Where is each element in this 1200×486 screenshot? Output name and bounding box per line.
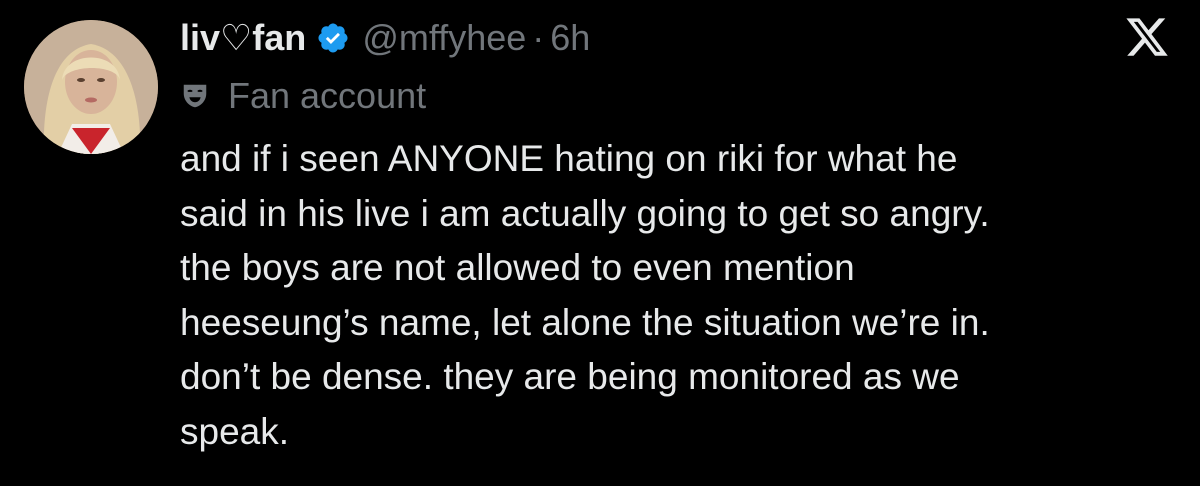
fan-account-label[interactable]: Fan account [180,74,426,118]
tweet-header: liv♡fan @mffyhee · 6h [180,12,590,64]
tweet-text: and if i seen ANYONE hating on riki for … [180,132,1180,459]
tweet-text-line: speak. [180,410,290,452]
handle[interactable]: @mffyhee [362,17,526,59]
tweet-text-line: the boys are not allowed to even mention [180,247,855,288]
theater-mask-icon [180,81,210,111]
x-logo-icon [1124,14,1170,60]
display-name[interactable]: liv♡fan [180,17,306,59]
timestamp[interactable]: 6h [550,17,590,59]
tweet-text-line: and if i seen ANYONE hating on riki for … [180,138,958,179]
separator-dot: · [532,17,545,58]
tweet-card: liv♡fan @mffyhee · 6h Fan account and if [0,0,1200,486]
label-text: Fan account [228,75,427,116]
tweet-text-line: don’t be dense. they are being monitored… [180,356,960,397]
avatar-image [24,20,158,154]
avatar[interactable] [24,20,158,154]
tweet-text-line: heeseung’s name, let alone the situation… [180,301,990,343]
tweet-text-line: said in his live i am actually going to … [180,192,990,234]
verified-badge-icon [316,21,350,55]
